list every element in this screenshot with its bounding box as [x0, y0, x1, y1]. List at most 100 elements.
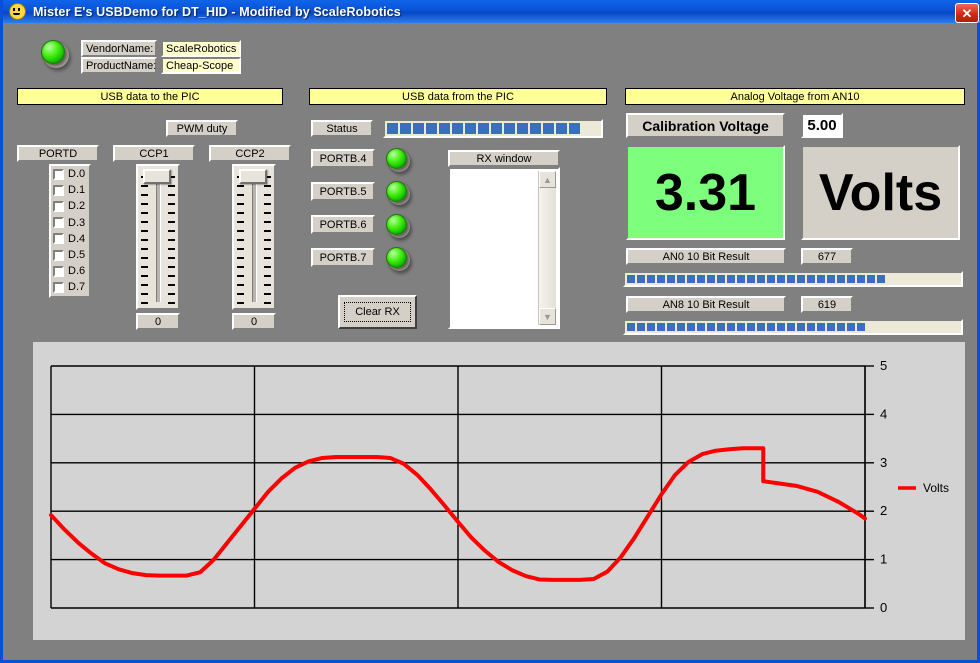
- progress-segment: [737, 323, 745, 331]
- portd-checkbox-label-6: D.6: [68, 265, 85, 277]
- progress-segment: [777, 323, 785, 331]
- portd-checkbox-3[interactable]: [53, 217, 64, 228]
- progress-segment: [556, 123, 567, 134]
- progress-segment: [817, 323, 825, 331]
- an8-result-label: AN8 10 Bit Result: [626, 296, 786, 313]
- product-name-label: ProductName:: [81, 57, 157, 74]
- portd-checkbox-label-0: D.0: [68, 168, 85, 180]
- portb5-led: [386, 181, 407, 202]
- progress-segment: [787, 323, 795, 331]
- portb7-led: [386, 247, 407, 268]
- portd-bit-0[interactable]: D.0: [53, 168, 85, 180]
- progress-segment: [657, 323, 665, 331]
- portb7-label: PORTB.7: [311, 248, 375, 267]
- clear-rx-button[interactable]: Clear RX: [338, 295, 417, 329]
- progress-segment: [807, 275, 815, 283]
- portd-checkbox-2[interactable]: [53, 201, 64, 212]
- progress-segment: [747, 323, 755, 331]
- portd-checkbox-4[interactable]: [53, 233, 64, 244]
- portd-checkbox-5[interactable]: [53, 250, 64, 261]
- ccp1-slider-thumb[interactable]: [143, 169, 171, 184]
- progress-segment: [647, 275, 655, 283]
- portd-checkbox-7[interactable]: [53, 282, 64, 293]
- rx-window[interactable]: ▲ ▼: [448, 167, 560, 329]
- portd-checkbox-label-2: D.2: [68, 200, 85, 212]
- progress-segment: [504, 123, 515, 134]
- ccp1-label: CCP1: [113, 145, 195, 162]
- legend-label: Volts: [923, 481, 949, 495]
- status-label: Status: [311, 120, 373, 137]
- ccp1-slider[interactable]: [136, 164, 180, 310]
- rx-window-label: RX window: [448, 150, 560, 167]
- progress-segment: [667, 323, 675, 331]
- portd-bit-1[interactable]: D.1: [53, 184, 85, 196]
- voltage-readout: 3.31: [626, 145, 785, 240]
- clear-rx-button-label: Clear RX: [344, 302, 411, 322]
- smiley-icon: [9, 3, 26, 20]
- y-axis-tick-label: 2: [880, 503, 887, 518]
- progress-segment: [837, 323, 845, 331]
- portd-bit-7[interactable]: D.7: [53, 281, 85, 293]
- portd-checkbox-6[interactable]: [53, 266, 64, 277]
- portd-bit-5[interactable]: D.5: [53, 249, 85, 261]
- portd-checkbox-0[interactable]: [53, 169, 64, 180]
- ccp1-ticks-left: [141, 176, 148, 304]
- calibration-voltage-value[interactable]: 5.00: [801, 113, 843, 138]
- application-window: Mister E's USBDemo for DT_HID - Modified…: [0, 0, 980, 663]
- portd-checkbox-label-5: D.5: [68, 249, 85, 261]
- close-button[interactable]: ✕: [955, 3, 979, 23]
- portd-bit-2[interactable]: D.2: [53, 200, 85, 212]
- progress-segment: [757, 323, 765, 331]
- y-axis-tick-label: 5: [880, 358, 887, 373]
- chevron-up-icon[interactable]: ▲: [539, 171, 556, 188]
- progress-segment: [677, 323, 685, 331]
- connection-led: [41, 40, 65, 64]
- progress-segment: [777, 275, 785, 283]
- ccp2-slider-thumb[interactable]: [239, 169, 267, 184]
- progress-segment: [707, 275, 715, 283]
- rx-window-scrollbar[interactable]: ▲ ▼: [538, 171, 556, 325]
- calibration-voltage-label: Calibration Voltage: [626, 113, 785, 138]
- progress-segment: [837, 275, 845, 283]
- progress-segment: [857, 275, 865, 283]
- ccp2-slider-track: [252, 180, 257, 302]
- y-axis-tick-label: 1: [880, 552, 887, 567]
- progress-segment: [569, 123, 580, 134]
- usb-data-to-pic-header: USB data to the PIC: [17, 88, 283, 105]
- product-name-value[interactable]: Cheap-Scope: [161, 57, 241, 74]
- ccp1-ticks-right: [168, 176, 175, 304]
- portd-checkbox-label-7: D.7: [68, 281, 85, 293]
- portd-checkbox-1[interactable]: [53, 185, 64, 196]
- portd-bit-6[interactable]: D.6: [53, 265, 85, 277]
- portd-bit-3[interactable]: D.3: [53, 217, 85, 229]
- ccp2-value: 0: [232, 313, 276, 330]
- progress-segment: [400, 123, 411, 134]
- progress-segment: [867, 275, 875, 283]
- progress-segment: [817, 275, 825, 283]
- progress-segment: [847, 275, 855, 283]
- progress-segment: [807, 323, 815, 331]
- an0-result-label: AN0 10 Bit Result: [626, 248, 786, 265]
- usb-data-from-pic-header: USB data from the PIC: [309, 88, 607, 105]
- portb4-led: [386, 148, 407, 169]
- progress-segment: [827, 323, 835, 331]
- progress-segment: [439, 123, 450, 134]
- progress-segment: [426, 123, 437, 134]
- window-title: Mister E's USBDemo for DT_HID - Modified…: [33, 5, 401, 19]
- progress-segment: [797, 323, 805, 331]
- chevron-down-icon[interactable]: ▼: [539, 308, 556, 325]
- progress-segment: [797, 275, 805, 283]
- progress-segment: [517, 123, 528, 134]
- portb5-label: PORTB.5: [311, 182, 375, 201]
- an8-result-value: 619: [801, 296, 853, 313]
- progress-segment: [637, 323, 645, 331]
- progress-segment: [847, 323, 855, 331]
- vendor-name-value[interactable]: ScaleRobotics: [161, 40, 241, 57]
- progress-segment: [707, 323, 715, 331]
- portb4-label: PORTB.4: [311, 149, 375, 168]
- portd-bit-4[interactable]: D.4: [53, 233, 85, 245]
- ccp1-slider-track: [156, 180, 161, 302]
- ccp2-ticks-right: [264, 176, 271, 304]
- ccp2-slider[interactable]: [232, 164, 276, 310]
- progress-segment: [697, 275, 705, 283]
